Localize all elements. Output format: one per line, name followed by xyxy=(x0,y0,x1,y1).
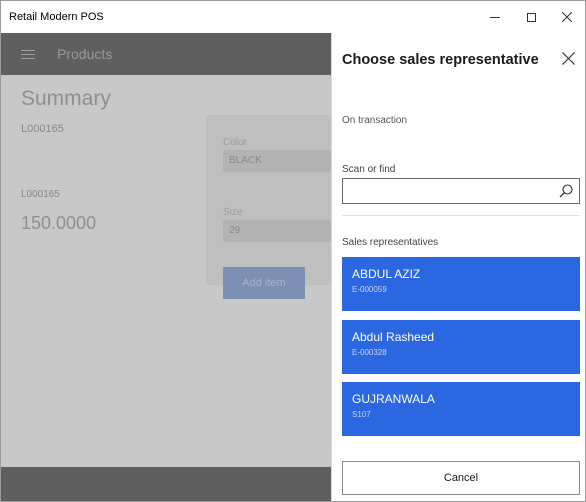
title-bar: Retail Modern POS xyxy=(1,1,585,33)
minimize-icon xyxy=(490,16,500,18)
rep-id: E-000059 xyxy=(352,285,387,294)
color-label: Color xyxy=(223,137,247,148)
maximize-button[interactable] xyxy=(513,1,549,33)
maximize-icon xyxy=(526,12,536,22)
rep-item[interactable]: Abdul Rasheed E-000328 xyxy=(342,320,580,374)
scan-label: Scan or find xyxy=(342,164,396,175)
panel-close-button[interactable] xyxy=(557,47,579,69)
search-icon[interactable] xyxy=(558,183,574,199)
product-id-secondary: L000165 xyxy=(21,189,60,200)
cancel-button[interactable]: Cancel xyxy=(342,461,580,495)
search-input[interactable] xyxy=(347,180,547,202)
rep-item[interactable]: ABDUL AZIZ E-000059 xyxy=(342,257,580,311)
rep-name: Abdul Rasheed xyxy=(352,330,435,344)
color-select[interactable]: BLACK xyxy=(223,150,333,172)
close-icon xyxy=(561,51,575,65)
size-label: Size xyxy=(223,207,243,218)
page-title: Products xyxy=(57,46,113,62)
rep-item[interactable]: GUJRANWALA S107 xyxy=(342,382,580,436)
rep-name: GUJRANWALA xyxy=(352,392,435,406)
window-title: Retail Modern POS xyxy=(9,11,104,23)
hamburger-icon[interactable] xyxy=(21,47,35,62)
minimize-button[interactable] xyxy=(477,1,513,33)
panel-title: Choose sales representative xyxy=(342,52,539,68)
divider xyxy=(342,215,580,216)
close-icon xyxy=(562,12,572,22)
product-price: 150.0000 xyxy=(21,213,97,233)
window-close-button[interactable] xyxy=(549,1,585,33)
sales-rep-panel: Choose sales representative On transacti… xyxy=(331,33,585,501)
reps-list-label: Sales representatives xyxy=(342,237,439,248)
panel-subtitle: On transaction xyxy=(342,115,408,126)
rep-id: S107 xyxy=(352,410,371,419)
product-id: L000165 xyxy=(21,123,64,135)
rep-name: ABDUL AZIZ xyxy=(352,267,421,281)
rep-id: E-000328 xyxy=(352,348,387,357)
app-window: Retail Modern POS Products Summary L0001… xyxy=(0,0,586,502)
search-field[interactable] xyxy=(342,178,580,204)
add-item-button[interactable]: Add item xyxy=(223,267,305,299)
summary-heading: Summary xyxy=(21,87,111,110)
size-select[interactable]: 29 xyxy=(223,220,333,242)
